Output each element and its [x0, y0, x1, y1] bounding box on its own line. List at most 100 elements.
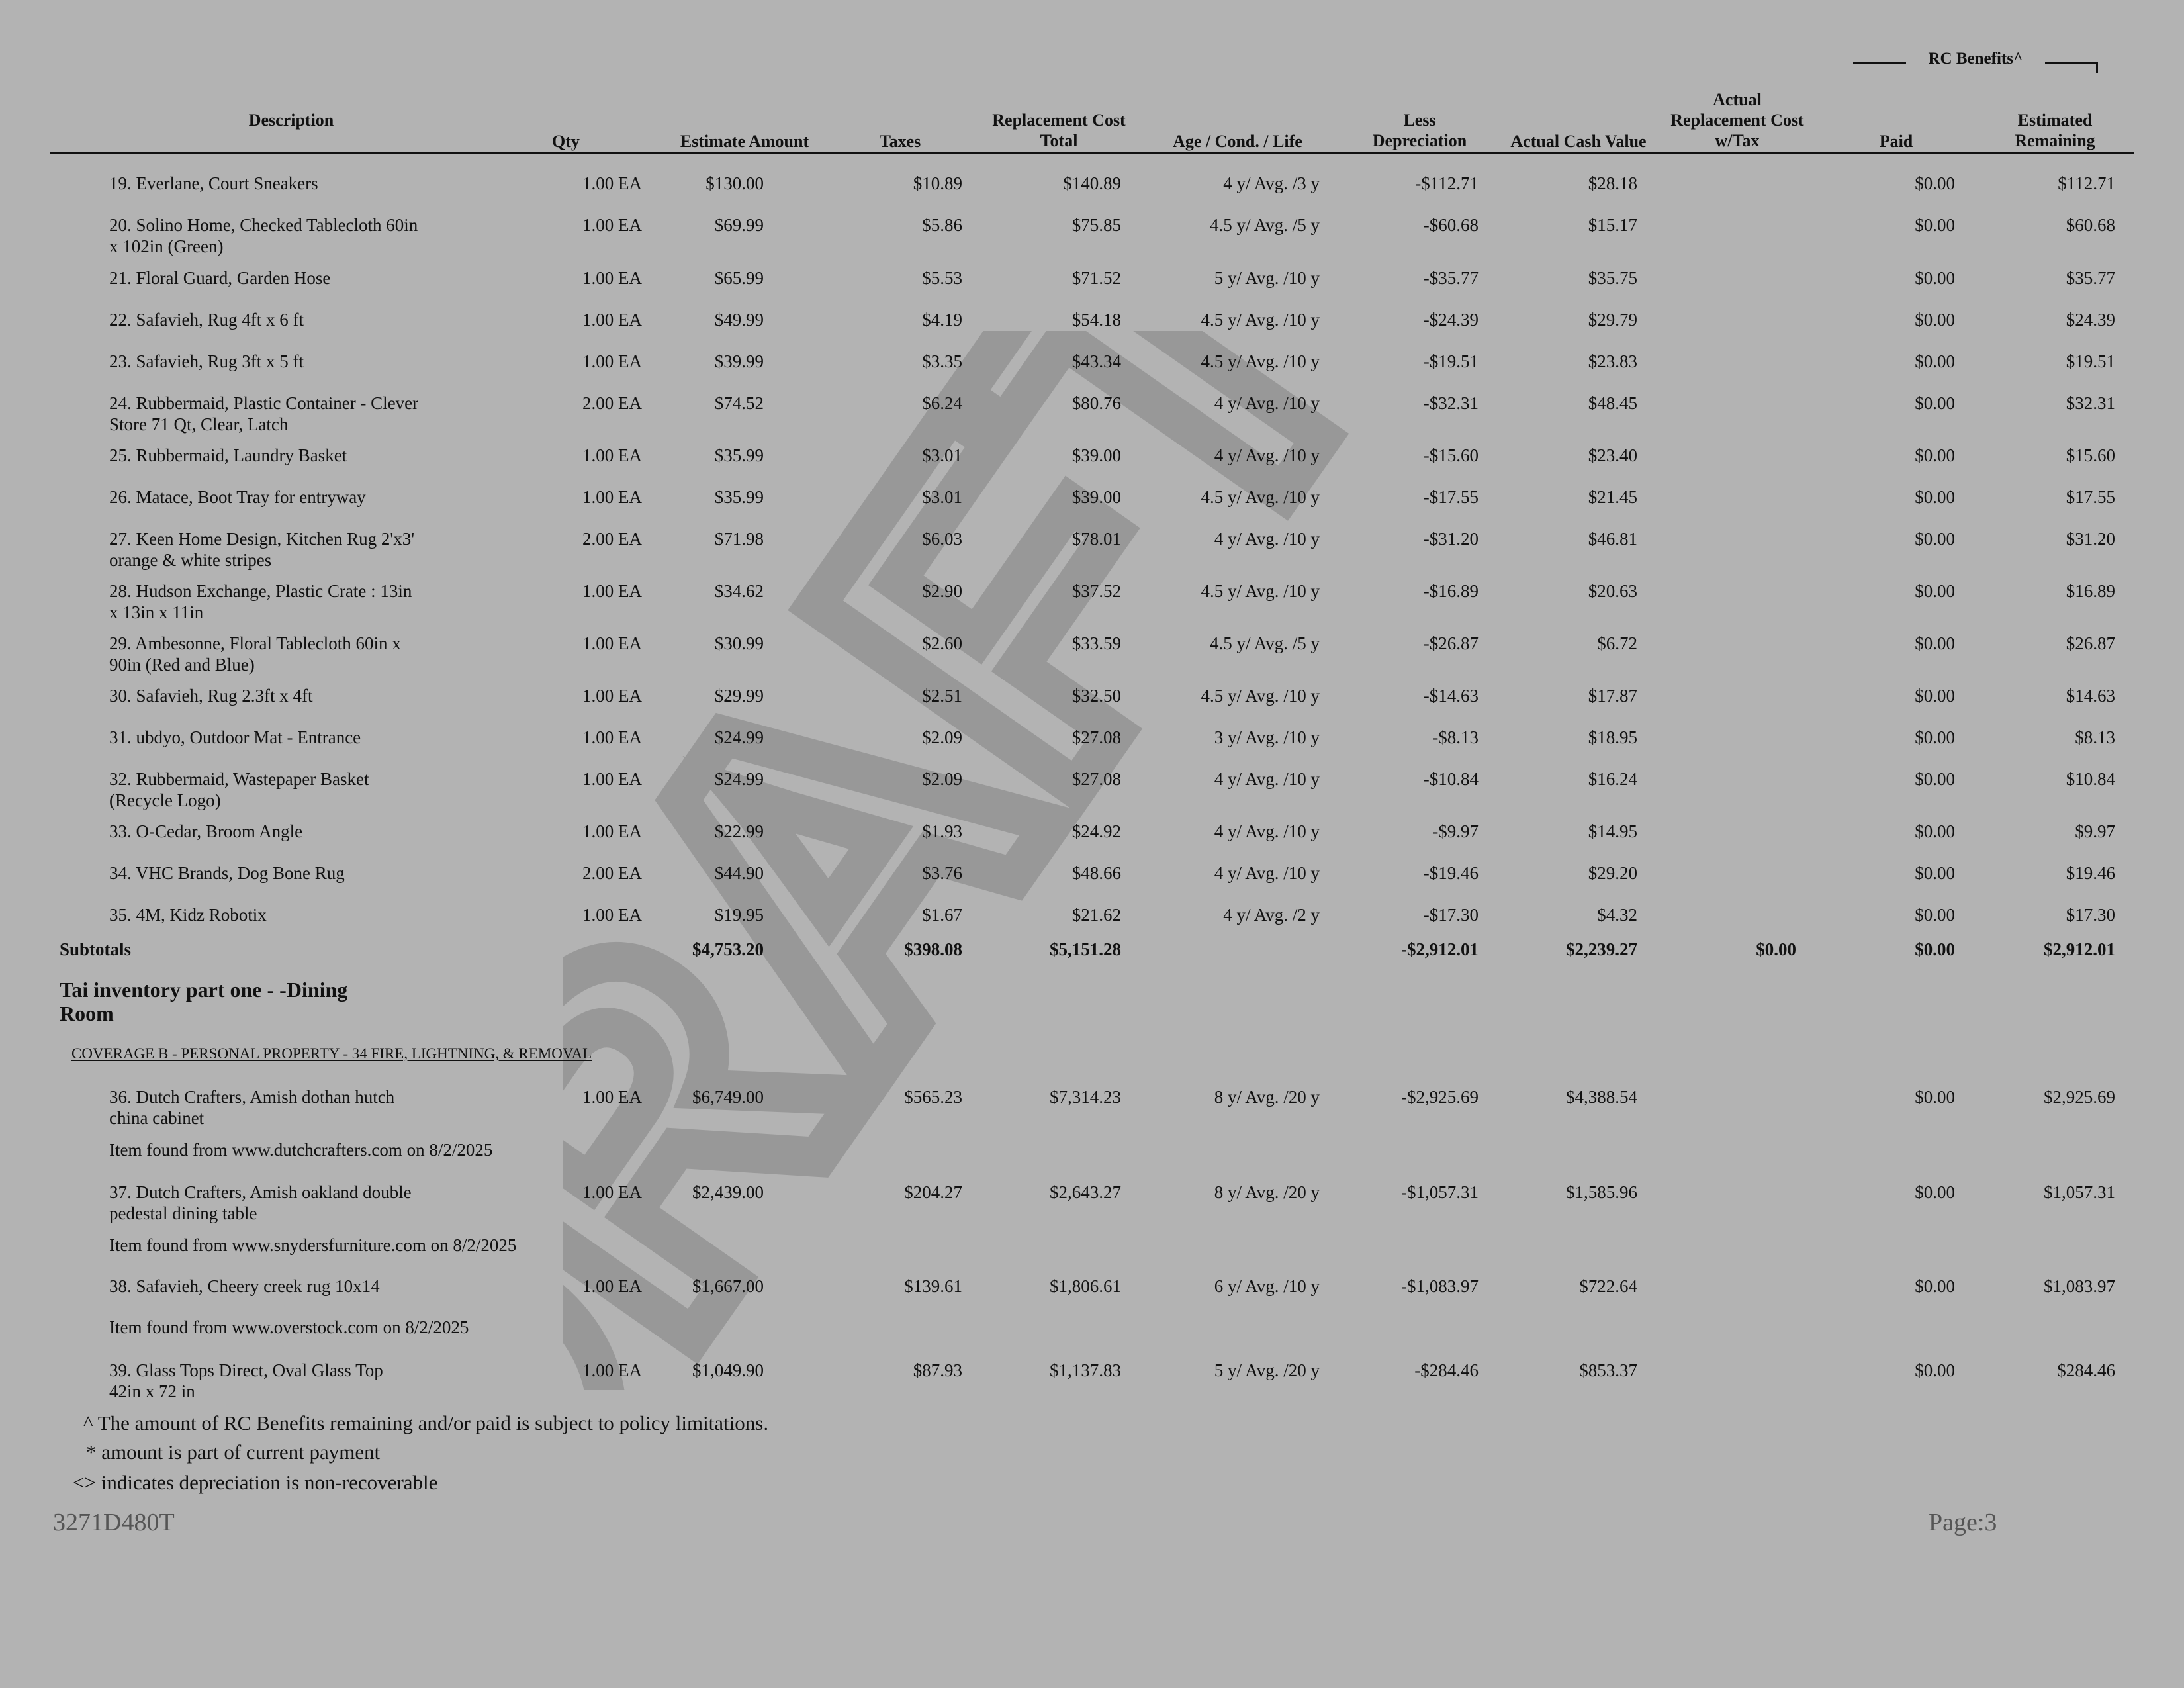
subtotal-estimate: $4,753.20	[692, 939, 764, 959]
item-depreciation: -$26.87	[1423, 633, 1479, 653]
footnote-non-recoverable: <> indicates depreciation is non-recover…	[73, 1471, 438, 1494]
item-taxes: $1.67	[922, 905, 962, 925]
item-remaining: $26.87	[2066, 633, 2115, 653]
item-taxes: $6.24	[922, 393, 962, 413]
item-remaining: $10.84	[2066, 769, 2115, 789]
item-remaining: $16.89	[2066, 581, 2115, 601]
item-paid: $0.00	[1915, 393, 1955, 413]
item-taxes: $3.01	[922, 445, 962, 465]
item-rc-total: $54.18	[1071, 310, 1121, 330]
subtotal-depreciation: -$2,912.01	[1401, 939, 1479, 959]
item-acv: $14.95	[1588, 821, 1637, 841]
header-rule	[50, 152, 2134, 154]
item-paid: $0.00	[1915, 1360, 1955, 1380]
item-depreciation: -$24.39	[1423, 310, 1479, 330]
item-qty: 1.00 EA	[582, 1182, 642, 1202]
item-estimate: $44.90	[714, 863, 764, 883]
subtotal-rc-total: $5,151.28	[1050, 939, 1121, 959]
item-remaining: $9.97	[2075, 821, 2115, 841]
item-qty: 2.00 EA	[582, 529, 642, 549]
item-paid: $0.00	[1915, 727, 1955, 747]
item-rc-total: $1,137.83	[1050, 1360, 1121, 1380]
footnote-rc-benefits: ^ The amount of RC Benefits remaining an…	[83, 1411, 769, 1434]
item-rc-total: $21.62	[1071, 905, 1121, 925]
item-rc-total: $33.59	[1071, 633, 1121, 653]
item-description: 22. Safavieh, Rug 4ft x 6 ft	[109, 310, 304, 330]
item-remaining: $1,083.97	[2044, 1276, 2115, 1296]
item-age-cond-life: 4 y/ Avg. /10 y	[1214, 769, 1320, 789]
item-acv: $722.64	[1579, 1276, 1637, 1296]
item-age-cond-life: 4 y/ Avg. /10 y	[1214, 863, 1320, 883]
item-taxes: $2.90	[922, 581, 962, 601]
item-acv: $4,388.54	[1566, 1087, 1637, 1107]
item-paid: $0.00	[1915, 173, 1955, 193]
item-estimate: $29.99	[714, 686, 764, 706]
item-estimate: $19.95	[714, 905, 764, 925]
item-remaining: $60.68	[2066, 215, 2115, 235]
item-qty: 1.00 EA	[582, 686, 642, 706]
item-taxes: $565.23	[904, 1087, 962, 1107]
item-description: 23. Safavieh, Rug 3ft x 5 ft	[109, 352, 304, 371]
item-paid: $0.00	[1915, 352, 1955, 371]
item-age-cond-life: 4.5 y/ Avg. /10 y	[1201, 686, 1320, 706]
item-estimate: $2,439.00	[692, 1182, 764, 1202]
item-rc-total: $27.08	[1071, 727, 1121, 747]
item-depreciation: -$35.77	[1423, 268, 1479, 288]
item-paid: $0.00	[1915, 215, 1955, 235]
item-paid: $0.00	[1915, 529, 1955, 549]
item-depreciation: -$17.55	[1423, 487, 1479, 507]
item-depreciation: -$1,057.31	[1401, 1182, 1479, 1202]
item-qty: 1.00 EA	[582, 727, 642, 747]
item-qty: 1.00 EA	[582, 633, 642, 653]
item-description: 30. Safavieh, Rug 2.3ft x 4ft	[109, 686, 313, 706]
item-taxes: $5.53	[922, 268, 962, 288]
item-acv: $35.75	[1588, 268, 1637, 288]
item-paid: $0.00	[1915, 1182, 1955, 1202]
subtotal-taxes: $398.08	[904, 939, 962, 959]
item-qty: 1.00 EA	[582, 905, 642, 925]
header-replacement-cost-total: Replacement Cost Total	[992, 111, 1126, 150]
item-rc-total: $78.01	[1071, 529, 1121, 549]
item-description: 31. ubdyo, Outdoor Mat - Entrance	[109, 727, 361, 747]
item-description: 37. Dutch Crafters, Amish oakland double…	[109, 1182, 412, 1223]
item-estimate: $49.99	[714, 310, 764, 330]
item-taxes: $5.86	[922, 215, 962, 235]
item-remaining: $24.39	[2066, 310, 2115, 330]
rc-benefits-label: RC Benefits^	[1928, 50, 2023, 68]
item-description: 38. Safavieh, Cheery creek rug 10x14	[109, 1276, 380, 1296]
item-description: 33. O-Cedar, Broom Angle	[109, 821, 303, 841]
item-depreciation: -$31.20	[1423, 529, 1479, 549]
item-paid: $0.00	[1915, 1276, 1955, 1296]
item-qty: 1.00 EA	[582, 215, 642, 235]
item-age-cond-life: 4 y/ Avg. /10 y	[1214, 445, 1320, 465]
item-age-cond-life: 4.5 y/ Avg. /10 y	[1201, 310, 1320, 330]
subtotal-acv: $2,239.27	[1566, 939, 1637, 959]
item-estimate: $1,049.90	[692, 1360, 764, 1380]
item-acv: $29.20	[1588, 863, 1637, 883]
item-description: 29. Ambesonne, Floral Tablecloth 60in x …	[109, 633, 401, 675]
item-remaining: $19.51	[2066, 352, 2115, 371]
item-acv: $4.32	[1597, 905, 1637, 925]
item-rc-total: $37.52	[1071, 581, 1121, 601]
subtotals-label: Subtotals	[60, 939, 132, 959]
item-remaining: $31.20	[2066, 529, 2115, 549]
item-remaining: $2,925.69	[2044, 1087, 2115, 1107]
item-age-cond-life: 4.5 y/ Avg. /5 y	[1209, 633, 1320, 653]
item-estimate: $130.00	[705, 173, 764, 193]
item-paid: $0.00	[1915, 863, 1955, 883]
item-estimate: $39.99	[714, 352, 764, 371]
item-acv: $23.83	[1588, 352, 1637, 371]
item-age-cond-life: 4.5 y/ Avg. /10 y	[1201, 352, 1320, 371]
item-depreciation: -$10.84	[1423, 769, 1479, 789]
item-depreciation: -$1,083.97	[1401, 1276, 1479, 1296]
item-depreciation: -$112.71	[1415, 173, 1479, 193]
item-paid: $0.00	[1915, 633, 1955, 653]
item-description: 20. Solino Home, Checked Tablecloth 60in…	[109, 215, 418, 256]
item-rc-total: $32.50	[1071, 686, 1121, 706]
item-acv: $48.45	[1588, 393, 1637, 413]
item-estimate: $24.99	[714, 769, 764, 789]
item-remaining: $8.13	[2075, 727, 2115, 747]
item-acv: $20.63	[1588, 581, 1637, 601]
item-qty: 1.00 EA	[582, 173, 642, 193]
item-acv: $18.95	[1588, 727, 1637, 747]
